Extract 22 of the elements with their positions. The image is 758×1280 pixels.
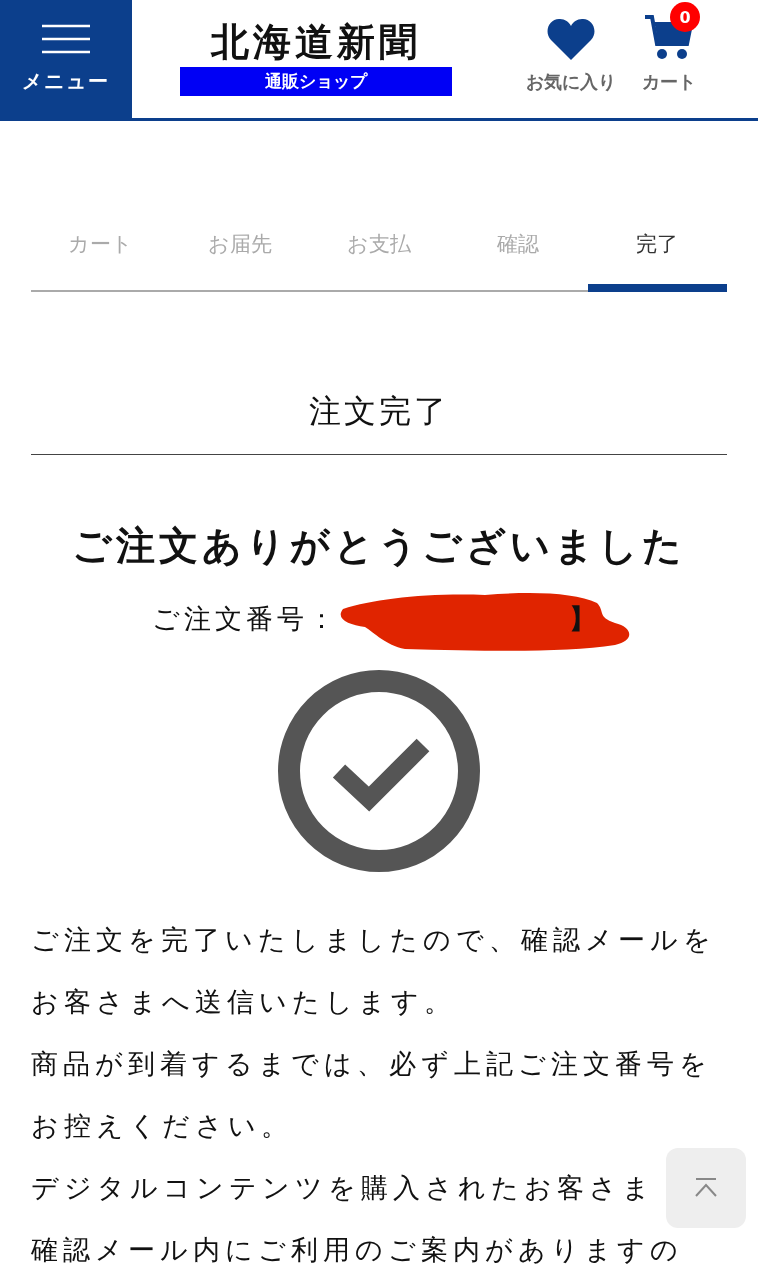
page-title: 注文完了 <box>31 390 727 455</box>
heart-icon <box>547 18 595 60</box>
message-text: 確認メール内にご利用のご案内がありますの <box>31 1233 683 1267</box>
thanks-heading: ご注文ありがとうございました <box>71 522 687 570</box>
message-text: ご注文を完了いたしましたので、確認メールを <box>31 923 716 957</box>
scroll-top-button[interactable] <box>666 1148 746 1228</box>
step-tab[interactable]: 完了 <box>587 216 727 292</box>
logo-title[interactable]: 北海道新聞 <box>211 22 421 61</box>
message-text: お控えください。 <box>31 1109 293 1143</box>
check-circle-icon <box>277 669 481 873</box>
logo-subtitle[interactable]: 通販ショップ <box>180 66 452 96</box>
order-number-label: ご注文番号： <box>152 602 339 636</box>
message-text: お客さまへ送信いたします。 <box>31 985 456 1019</box>
chevron-up-icon <box>694 1178 718 1198</box>
favorites-button[interactable]: お気に入り <box>526 6 620 94</box>
menu-button[interactable]: メニュー <box>0 0 132 118</box>
cart-count-badge: 0 <box>670 2 700 32</box>
message-text: デジタルコンテンツを購入されたお客さま <box>31 1171 655 1205</box>
menu-icon <box>42 23 90 54</box>
message-text: 商品が到着するまでは、必ず上記ご注文番号を <box>31 1047 712 1081</box>
cart-button[interactable]: カート 0 <box>642 2 700 94</box>
order-number-tail: 】 <box>569 602 596 636</box>
